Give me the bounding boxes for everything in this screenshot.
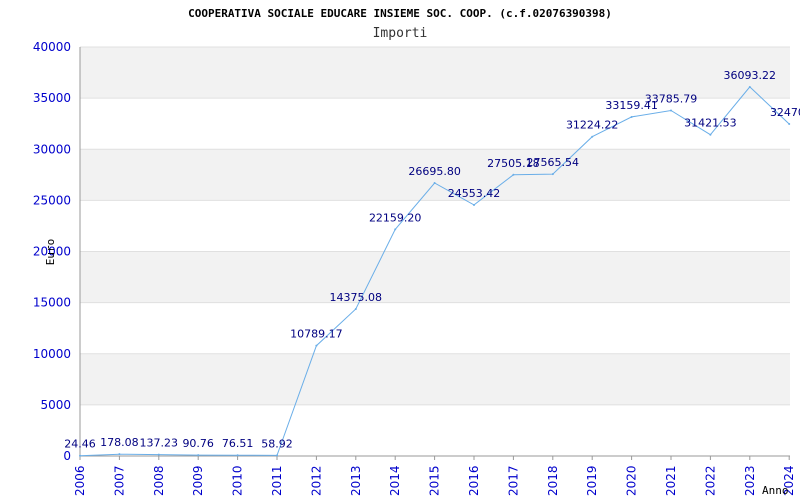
data-label: 32470. (770, 106, 800, 119)
data-label: 58.92 (261, 437, 293, 450)
data-label: 178.08 (100, 436, 139, 449)
x-tick-label: 2022 (703, 465, 717, 496)
data-point (315, 344, 318, 347)
y-axis-label: Euro (44, 239, 57, 266)
data-point (236, 454, 239, 457)
data-point (433, 182, 436, 185)
data-point (118, 453, 121, 456)
y-tick-label: 25000 (33, 193, 71, 207)
x-tick-label: 2011 (270, 465, 284, 496)
y-tick-label: 5000 (40, 398, 71, 412)
x-axis-label: Anno (762, 484, 789, 497)
data-point (354, 308, 357, 311)
data-point (394, 228, 397, 231)
x-tick-label: 2018 (546, 465, 560, 496)
x-tick-label: 2007 (112, 465, 126, 496)
x-tick-label: 2009 (191, 465, 205, 496)
data-label: 31224.22 (566, 119, 619, 132)
y-tick-label: 0 (63, 449, 71, 463)
data-point (591, 135, 594, 138)
data-point (551, 173, 554, 176)
x-tick-label: 2016 (467, 465, 481, 496)
x-tick-label: 2014 (388, 465, 402, 496)
chart-subtitle: Importi (373, 26, 428, 41)
x-tick-label: 2023 (743, 465, 757, 496)
grid-band (80, 353, 790, 405)
data-point (709, 133, 712, 136)
data-label: 26695.80 (408, 165, 461, 178)
chart-title: COOPERATIVA SOCIALE EDUCARE INSIEME SOC.… (188, 7, 612, 20)
x-tick-label: 2006 (73, 465, 87, 496)
data-label: 27565.54 (527, 156, 580, 169)
data-label: 24553.42 (448, 187, 501, 200)
grid-band (80, 47, 790, 99)
data-point (512, 173, 515, 176)
y-tick-label: 40000 (33, 40, 71, 54)
data-point (276, 454, 278, 457)
x-tick-label: 2008 (152, 465, 166, 496)
data-label: 137.23 (140, 437, 179, 450)
data-label: 24.46 (64, 438, 96, 451)
data-label: 14375.08 (330, 291, 383, 304)
grid-band (80, 251, 790, 303)
data-label: 33785.79 (645, 93, 698, 106)
x-tick-label: 2019 (585, 465, 599, 496)
x-tick-label: 2010 (231, 465, 245, 496)
data-point (157, 453, 160, 456)
x-tick-label: 2020 (625, 465, 639, 496)
x-tick-label: 2017 (506, 465, 520, 496)
data-point (630, 115, 633, 118)
data-label: 90.76 (182, 437, 214, 450)
data-point (197, 454, 200, 457)
chart: 0500010000150002000025000300003500040000… (33, 7, 800, 497)
data-point (670, 109, 672, 112)
x-tick-label: 2015 (428, 465, 442, 496)
data-label: 36093.22 (724, 69, 777, 82)
y-tick-label: 15000 (33, 296, 71, 310)
y-tick-label: 10000 (33, 347, 71, 361)
data-label: 76.51 (222, 437, 254, 450)
y-tick-label: 35000 (33, 91, 71, 105)
data-label: 31421.53 (684, 117, 737, 130)
data-label: 22159.20 (369, 211, 422, 224)
data-point (788, 122, 791, 125)
x-tick-label: 2012 (309, 465, 323, 496)
x-tick-labels: 2006 2007 2008 2009 2010 2011 2012 2013 2014 2015… (73, 465, 796, 496)
x-tick-label: 2021 (664, 465, 678, 496)
data-point (473, 203, 475, 206)
y-tick-label: 30000 (33, 142, 71, 156)
data-point (748, 85, 751, 88)
data-label: 10789.17 (290, 328, 343, 341)
x-tick-label: 2013 (349, 465, 363, 496)
data-point (79, 454, 81, 457)
